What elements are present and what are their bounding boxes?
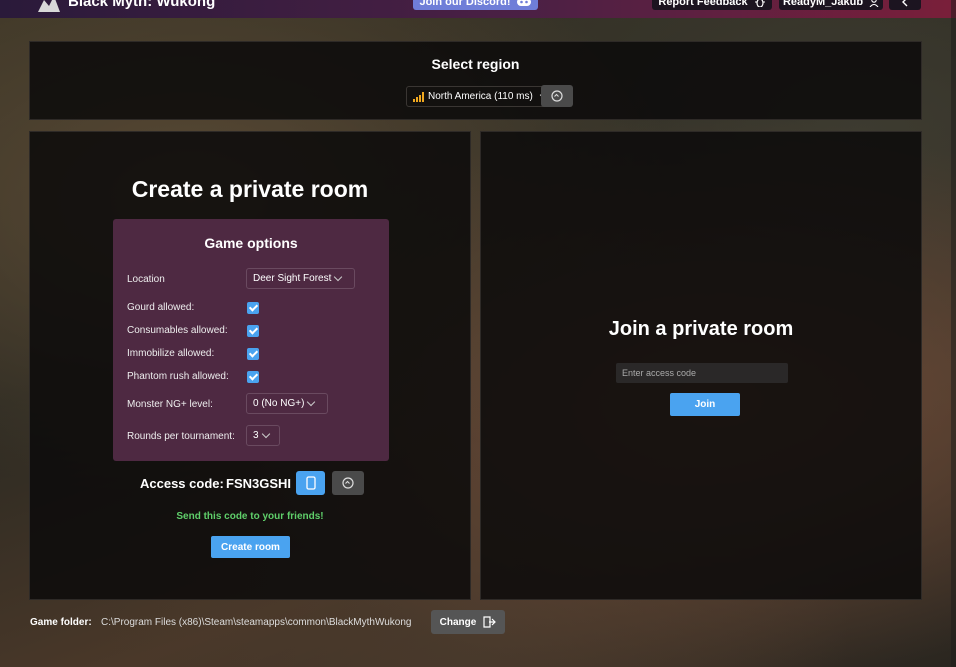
chevron-down-icon [307, 397, 316, 407]
refresh-icon [551, 90, 563, 102]
ng-level-dropdown[interactable]: 0 (No NG+) [246, 393, 328, 414]
region-title: Select region [431, 56, 520, 72]
access-code-input[interactable] [616, 363, 788, 383]
app-logo-icon [38, 0, 60, 12]
game-folder-path: C:\Program Files (x86)\Steam\steamapps\c… [101, 617, 412, 628]
join-room-panel: Join a private room Join [480, 131, 922, 600]
access-code-label: Access code: [140, 476, 224, 491]
window-edge [951, 0, 956, 667]
copy-code-button[interactable] [296, 471, 325, 495]
gourd-checkbox[interactable] [247, 302, 259, 314]
bug-icon [754, 0, 765, 7]
chevron-down-icon [334, 272, 343, 282]
consumables-checkbox[interactable] [247, 325, 259, 337]
region-panel: Select region North America (110 ms) [29, 41, 922, 120]
phantom-rush-checkbox[interactable] [247, 371, 259, 383]
share-hint: Send this code to your friends! [176, 511, 324, 522]
refresh-region-button[interactable] [541, 85, 573, 107]
consumables-label: Consumables allowed: [127, 325, 228, 336]
title-bar: Black Myth: Wukong Join our Discord! Rep… [0, 0, 956, 18]
game-folder-label: Game folder: [30, 617, 92, 628]
discord-label: Join our Discord! [419, 0, 511, 8]
regenerate-code-button[interactable] [332, 471, 364, 495]
location-value: Deer Sight Forest [253, 273, 332, 284]
discord-button[interactable]: Join our Discord! [413, 0, 538, 10]
change-folder-button[interactable]: Change [431, 610, 505, 634]
immobilize-checkbox[interactable] [247, 348, 259, 360]
region-dropdown[interactable]: North America (110 ms) [406, 86, 562, 107]
collapse-button[interactable] [889, 0, 921, 10]
create-room-title: Create a private room [131, 176, 369, 202]
access-code-value: FSN3GSHI [226, 476, 292, 491]
location-dropdown[interactable]: Deer Sight Forest [246, 268, 355, 289]
create-room-panel: Create a private room Game options Locat… [29, 131, 471, 600]
game-options-box: Game options Location Deer Sight Forest … [113, 219, 389, 461]
signal-strength-icon [413, 91, 424, 102]
chevron-left-icon [902, 0, 908, 7]
rounds-value: 3 [253, 430, 259, 441]
user-account-button[interactable]: ReadyM_Jakub [779, 0, 883, 10]
copy-icon [305, 476, 316, 490]
user-icon [869, 0, 879, 7]
change-label: Change [439, 616, 477, 628]
folder-open-icon [483, 616, 497, 628]
app-title: Black Myth: Wukong [68, 0, 216, 10]
refresh-icon [342, 477, 354, 489]
feedback-label: Report Feedback [658, 0, 748, 8]
discord-icon [516, 0, 531, 6]
join-button[interactable]: Join [670, 393, 740, 416]
game-options-title: Game options [204, 235, 298, 251]
join-room-title: Join a private room [608, 318, 794, 340]
create-room-button[interactable]: Create room [211, 536, 290, 558]
report-feedback-button[interactable]: Report Feedback [652, 0, 772, 10]
phantom-rush-label: Phantom rush allowed: [127, 371, 229, 382]
rounds-dropdown[interactable]: 3 [246, 425, 280, 446]
rounds-label: Rounds per tournament: [127, 431, 235, 442]
immobilize-label: Immobilize allowed: [127, 348, 215, 359]
ng-level-label: Monster NG+ level: [127, 399, 213, 410]
chevron-down-icon [261, 429, 270, 439]
region-selected: North America (110 ms) [428, 91, 533, 102]
gourd-label: Gourd allowed: [127, 302, 195, 313]
ng-level-value: 0 (No NG+) [253, 398, 305, 409]
location-label: Location [127, 274, 165, 285]
username: ReadyM_Jakub [782, 0, 864, 8]
